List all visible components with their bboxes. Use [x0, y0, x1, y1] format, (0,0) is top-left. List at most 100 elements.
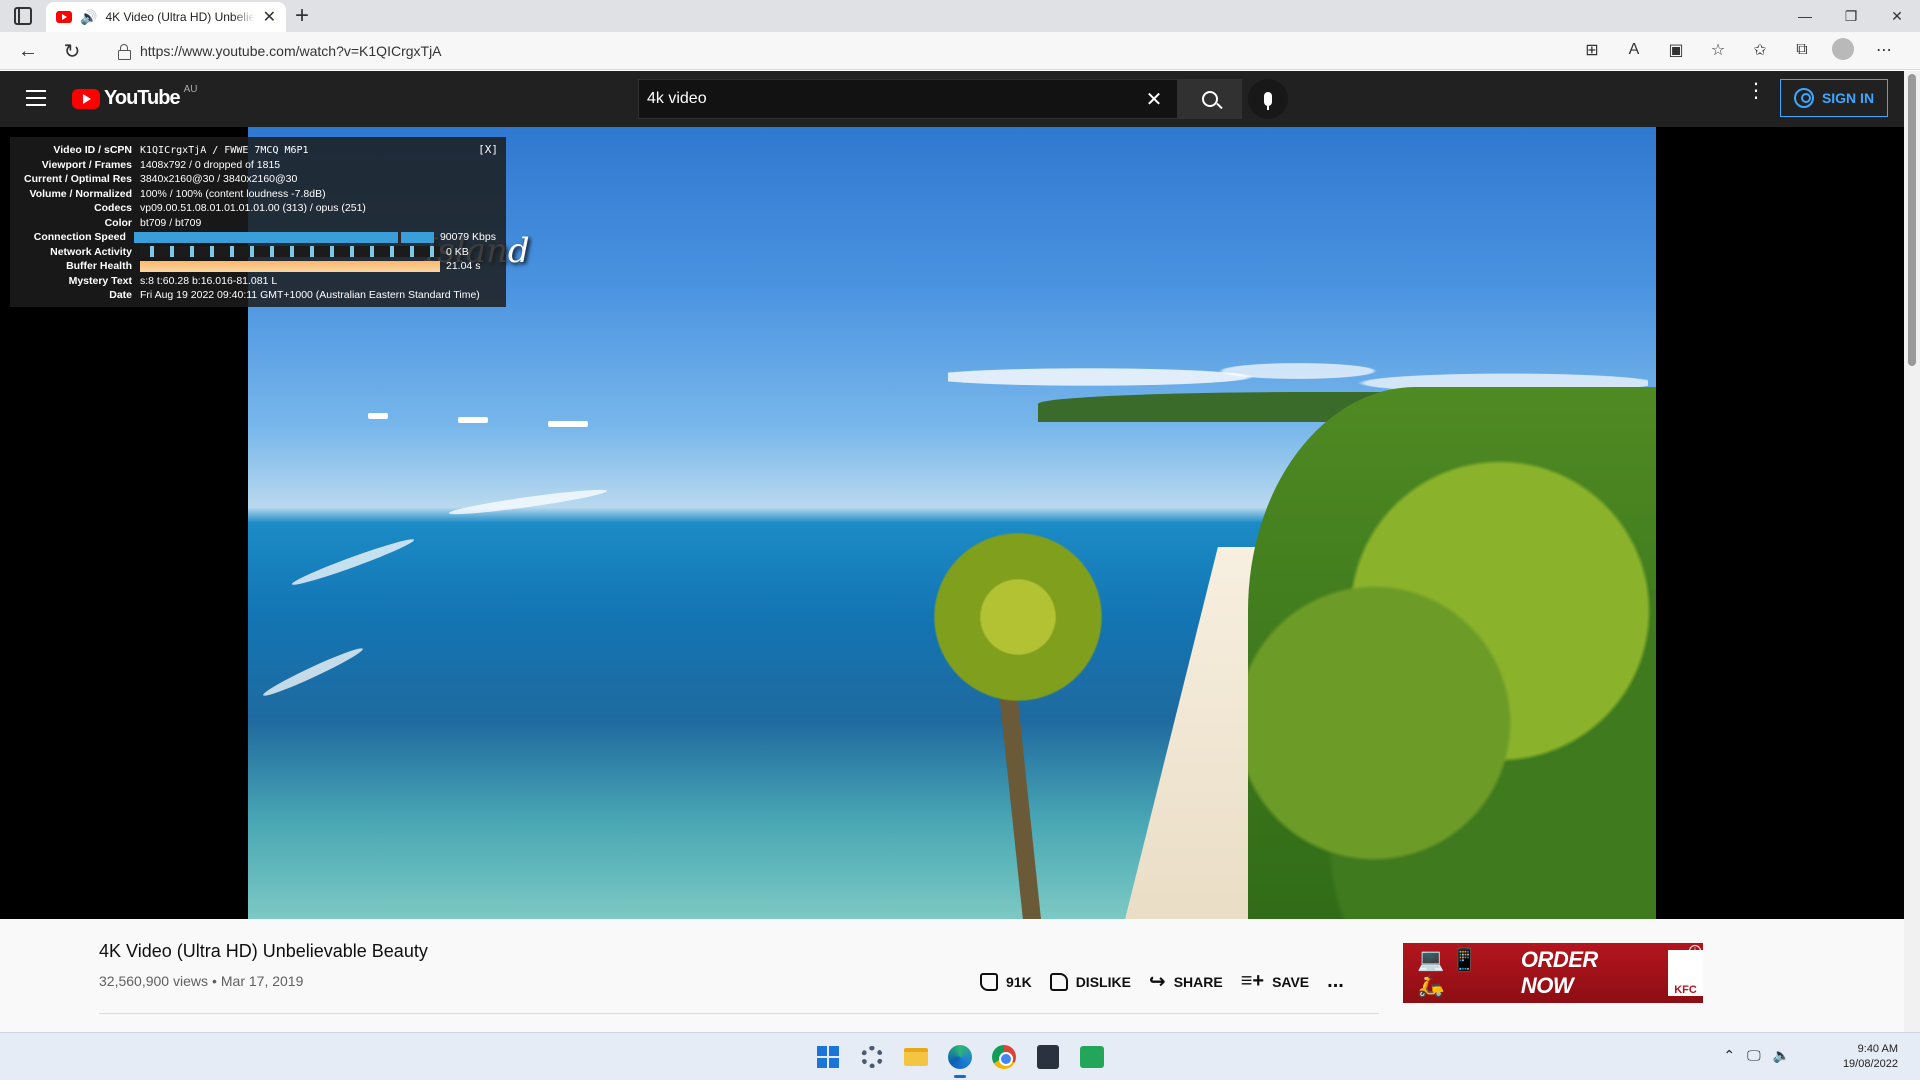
photos-icon	[1080, 1046, 1104, 1068]
sign-in-button[interactable]: SIGN IN	[1780, 79, 1888, 117]
share-label: SHARE	[1173, 973, 1223, 990]
search-input[interactable]	[647, 90, 1139, 108]
publish-date: Mar 17, 2019	[220, 973, 304, 989]
stat-row: Color bt709 / bt709	[20, 216, 496, 231]
close-window-button[interactable]: ✕	[1874, 0, 1920, 32]
settings-more-icon[interactable]: ⋮	[1746, 81, 1766, 101]
ad-device-icons: 💻 📱 🛵	[1417, 947, 1478, 998]
stat-row: Mystery Text s:8 t:60.28 b:16.016-81.081…	[20, 274, 496, 289]
stat-value: 3840x2160@30 / 3840x2160@30	[140, 173, 298, 186]
system-tray: ⌃ 🖵 🔈	[1723, 1047, 1790, 1064]
stat-row: Buffer Health 21.04 s	[20, 259, 496, 274]
settings-gear-icon	[861, 1046, 883, 1068]
stat-label: Video ID / sCPN	[53, 144, 132, 157]
minimize-button[interactable]: —	[1782, 0, 1828, 32]
stat-value: bt709 / bt709	[140, 216, 202, 229]
video-player[interactable]: Island [X] Video ID / sCPN K1QICrgxTjA /…	[0, 127, 1904, 919]
chevron-up-icon[interactable]: ⌃	[1723, 1047, 1735, 1064]
collections-icon[interactable]: ⧉	[1790, 38, 1814, 62]
like-button[interactable]: 91K	[980, 972, 1032, 991]
stat-row: Codecs vp09.00.51.08.01.01.01.01.00 (313…	[20, 201, 496, 216]
dislike-button[interactable]: DISLIKE	[1049, 972, 1131, 991]
folder-icon	[904, 1048, 928, 1066]
url-text[interactable]: https://www.youtube.com/watch?v=K1QICrgx…	[140, 43, 442, 59]
stats-for-nerds-panel: [X] Video ID / sCPN K1QICrgxTjA / FWWE 7…	[10, 137, 506, 307]
taskbar-file-explorer[interactable]	[900, 1041, 932, 1073]
menu-icon[interactable]	[26, 90, 46, 106]
back-arrow-icon[interactable]: ←	[14, 38, 42, 64]
video-boat	[368, 413, 388, 419]
region-code: AU	[183, 84, 198, 95]
clear-search-icon[interactable]: ✕	[1139, 87, 1169, 112]
stat-value: 0 KB	[446, 245, 469, 258]
url-field[interactable]: https://www.youtube.com/watch?v=K1QICrgx…	[110, 36, 1760, 66]
stat-value: vp09.00.51.08.01.01.01.01.00 (313) / opu…	[140, 202, 366, 215]
stat-label: Buffer Health	[66, 260, 132, 273]
favorites-icon[interactable]: ✩	[1748, 38, 1772, 62]
taskbar-apps	[812, 1041, 1108, 1078]
more-actions-button[interactable]: ...	[1327, 970, 1344, 993]
browser-toolbar-icons: ⊞ A ▣ ☆ ✩ ⧉ ⋯	[1580, 38, 1896, 62]
buffer-health-graph	[140, 260, 440, 272]
connection-speed-graph	[133, 231, 434, 243]
save-playlist-icon: ≡+	[1240, 970, 1265, 992]
youtube-header: YouTube AU ✕ ⋮ SIGN IN	[0, 71, 1904, 127]
meta-separator: •	[211, 973, 217, 989]
start-button[interactable]	[812, 1041, 844, 1073]
clock[interactable]: 9:40 AM 19/08/2022	[1843, 1042, 1898, 1072]
profile-avatar[interactable]	[1832, 38, 1854, 60]
save-button[interactable]: ≡+ SAVE	[1241, 970, 1309, 993]
taskbar-calculator[interactable]	[1032, 1041, 1064, 1073]
voice-search-button[interactable]	[1248, 79, 1288, 119]
ad-info-icon[interactable]: i	[1689, 945, 1701, 957]
video-details: 4K Video (Ultra HD) Unbelievable Beauty …	[0, 919, 1904, 1032]
kfc-ad-banner[interactable]: 💻 📱 🛵 ORDER NOW KFC i	[1403, 943, 1703, 1003]
tab-close-icon[interactable]: ✕	[263, 7, 276, 27]
thumbs-up-icon	[980, 972, 998, 991]
share-icon: ↪	[1148, 971, 1166, 993]
youtube-favicon-icon	[56, 11, 72, 23]
app-available-icon[interactable]: ⊞	[1580, 38, 1604, 62]
new-tab-button[interactable]: +	[295, 2, 309, 30]
taskbar-settings[interactable]	[856, 1041, 888, 1073]
stat-row: Network Activity 0 KB	[20, 245, 496, 260]
microphone-icon	[1264, 92, 1272, 110]
stat-row: Viewport / Frames 1408x792 / 0 dropped o…	[20, 158, 496, 173]
read-aloud-icon[interactable]: A	[1622, 38, 1646, 62]
search-button[interactable]	[1178, 79, 1242, 119]
maximize-button[interactable]: ❐	[1828, 0, 1874, 32]
stat-label: Codecs	[94, 202, 132, 215]
stat-value: 90079 Kbps	[439, 231, 496, 244]
stat-label: Network Activity	[50, 245, 132, 258]
video-palm-tree	[888, 487, 1148, 747]
lock-icon[interactable]	[118, 44, 131, 60]
stat-value: 1408x792 / 0 dropped of 1815	[140, 158, 281, 171]
stat-value: s:8 t:60.28 b:16.016-81.081 L	[140, 274, 278, 287]
extension-icon[interactable]: ▣	[1664, 38, 1688, 62]
video-boat	[548, 421, 588, 427]
close-stats-button[interactable]: [X]	[478, 143, 498, 156]
volume-icon[interactable]: 🔈	[1773, 1047, 1790, 1064]
speaker-icon[interactable]: 🔊	[80, 9, 97, 26]
taskbar-edge[interactable]	[944, 1041, 976, 1078]
tab-actions-icon[interactable]	[14, 7, 32, 25]
scrollbar-thumb[interactable]	[1908, 74, 1916, 366]
youtube-logo[interactable]: YouTube AU	[72, 84, 198, 110]
windows-logo-icon	[817, 1046, 839, 1068]
share-button[interactable]: ↪ SHARE	[1149, 969, 1223, 994]
stat-value: 21.04 s	[446, 260, 481, 273]
browser-menu-icon[interactable]: ⋯	[1872, 38, 1896, 62]
taskbar-chrome[interactable]	[988, 1041, 1020, 1073]
refresh-icon[interactable]: ↻	[58, 38, 86, 64]
calculator-icon	[1037, 1045, 1059, 1069]
stat-label: Volume / Normalized	[29, 187, 133, 200]
taskbar-photos[interactable]	[1076, 1041, 1108, 1073]
account-icon	[1793, 88, 1814, 108]
network-icon[interactable]: 🖵	[1747, 1047, 1761, 1064]
youtube-wordmark: YouTube	[104, 87, 181, 109]
add-favorite-icon[interactable]: ☆	[1706, 38, 1730, 62]
stat-value: 100% / 100% (content loudness -7.8dB)	[140, 187, 326, 200]
tab-youtube[interactable]: 🔊 4K Video (Ultra HD) Unbelie ✕	[46, 2, 286, 32]
youtube-play-icon	[72, 88, 100, 109]
search-icon	[1202, 91, 1218, 107]
